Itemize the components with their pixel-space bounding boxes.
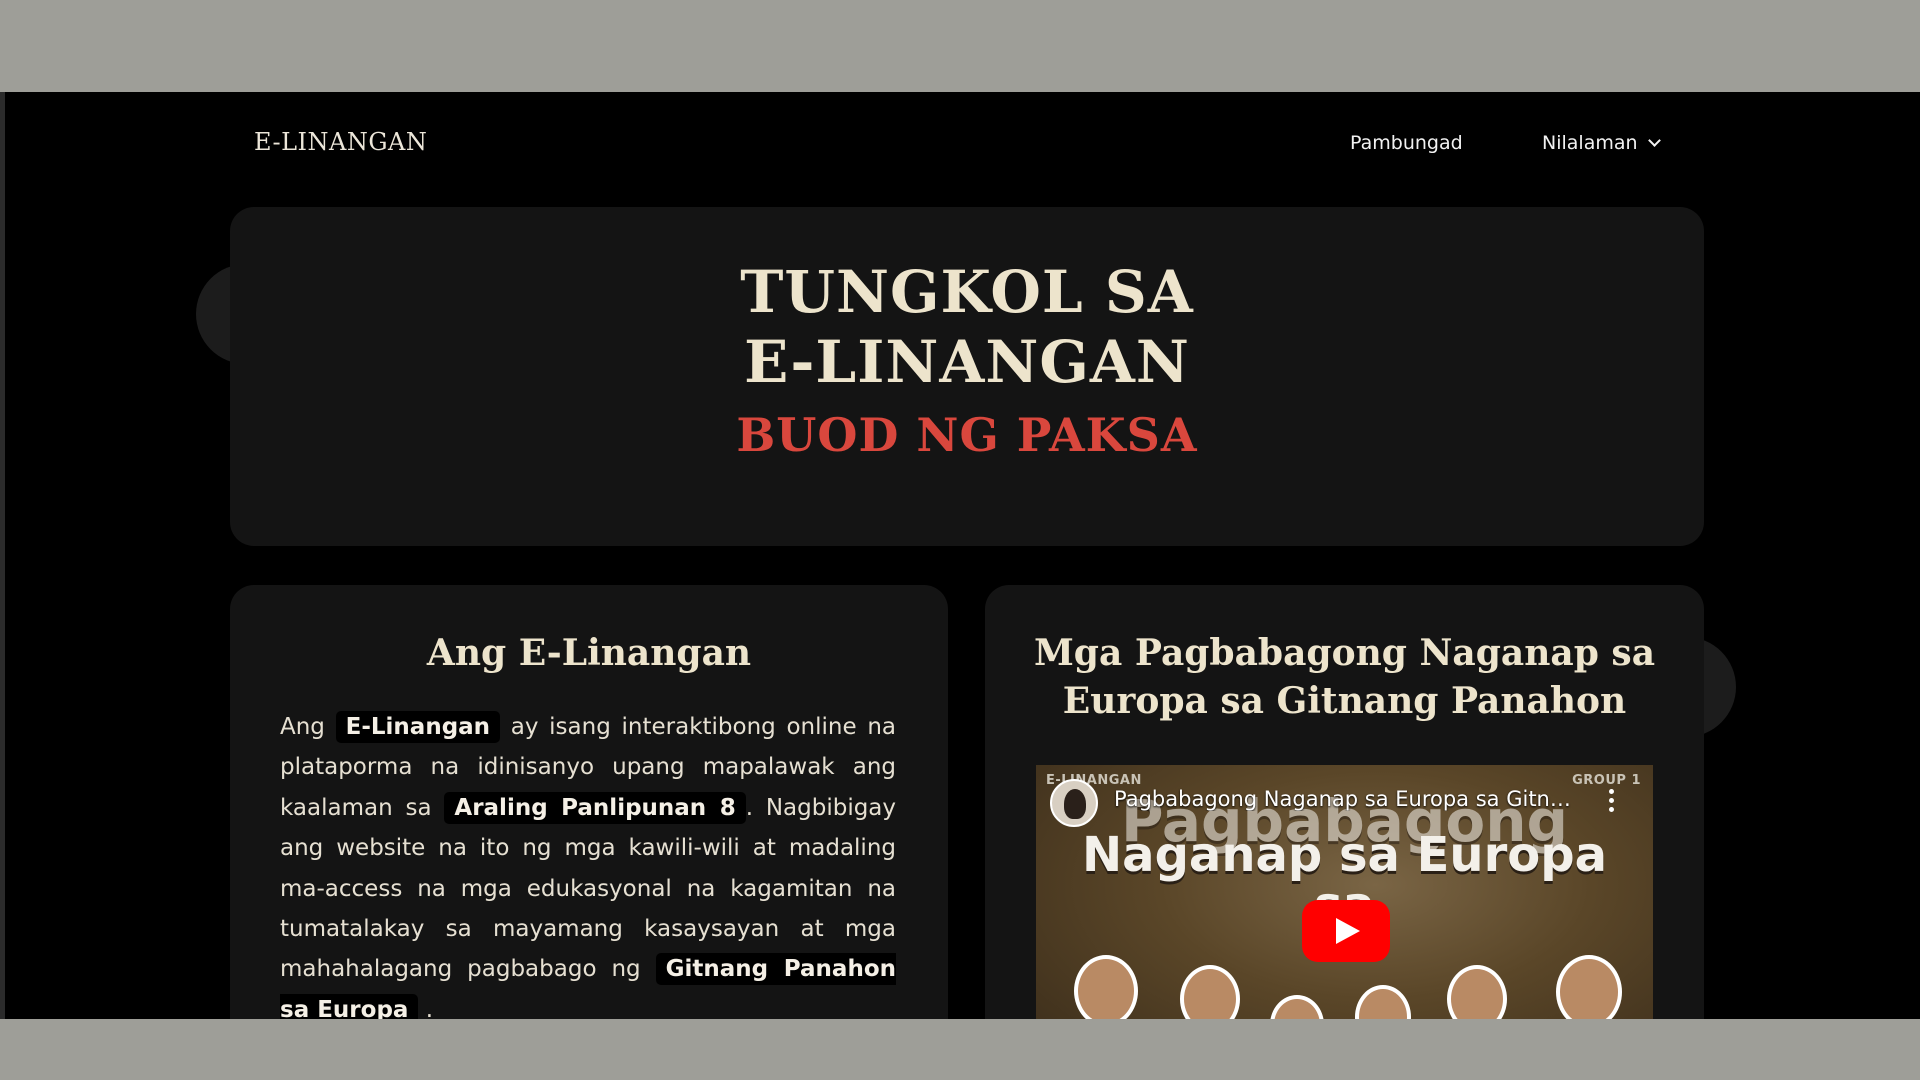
about-title: Ang E-Linangan <box>426 632 752 674</box>
hero-section: TUNGKOL SA E-LINANGAN BUOD NG PAKSA <box>230 207 1704 546</box>
video-card: Mga Pagbabagong Naganap sa Europa sa Git… <box>985 585 1704 1019</box>
chevron-down-icon <box>1647 134 1661 147</box>
about-card: Ang E-Linangan Ang E-Linangan ay isang i… <box>230 585 948 1019</box>
text-segment: Ang <box>280 714 325 740</box>
text-segment: . <box>425 996 434 1019</box>
thumbnail-overlay-text: Naganap sa Europa <box>1082 827 1607 883</box>
more-options-icon[interactable] <box>1609 789 1615 813</box>
navbar: E-LINANGAN Pambungad Nilalaman <box>0 92 1920 192</box>
letterbox-bottom <box>0 1019 1920 1080</box>
hero-title-line1: TUNGKOL SA <box>740 258 1194 326</box>
left-edge <box>0 92 5 1019</box>
letterbox-top <box>0 0 1920 92</box>
highlight-araling-panlipunan: Araling Panlipunan 8 <box>444 791 746 824</box>
video-title[interactable]: Pagbabagong Naganap sa Europa sa Gitna..… <box>1114 787 1574 811</box>
youtube-embed[interactable]: Pagbabagong Naganap sa Europa sa <box>1036 765 1653 1019</box>
about-paragraph: Ang E-Linangan ay isang interaktibong on… <box>280 707 896 1019</box>
nav-content-label: Nilalaman <box>1542 132 1638 154</box>
thumbnail-group-tag: GROUP 1 <box>1572 773 1641 788</box>
channel-avatar[interactable] <box>1050 779 1098 827</box>
highlight-e-linangan: E-Linangan <box>335 711 501 743</box>
hero-subtitle: BUOD NG PAKSA <box>736 408 1198 462</box>
hero-title-line2: E-LINANGAN <box>744 328 1190 396</box>
brand-logo[interactable]: E-LINANGAN <box>254 128 427 156</box>
video-card-title: Mga Pagbabagong Naganap sa Europa sa Git… <box>1033 632 1656 722</box>
nav-content-dropdown[interactable]: Nilalaman <box>1542 132 1661 154</box>
browser-viewport: E-LINANGAN Pambungad Nilalaman TUNGKOL S… <box>0 92 1920 1019</box>
play-button[interactable] <box>1302 900 1390 962</box>
nav-home-link[interactable]: Pambungad <box>1350 132 1463 154</box>
